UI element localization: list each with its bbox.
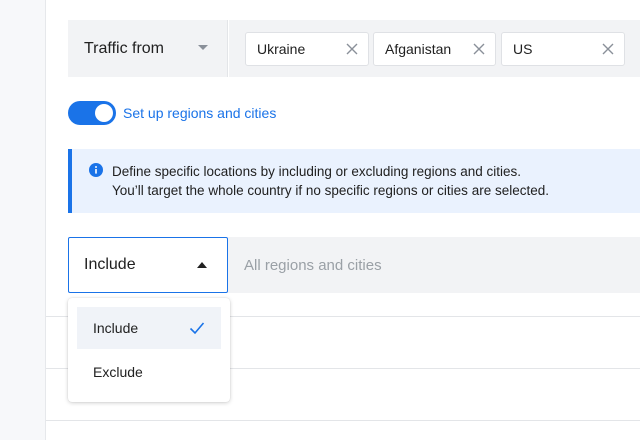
country-chip: US — [501, 32, 625, 66]
menu-item-include[interactable]: Include — [77, 307, 221, 349]
menu-item-label: Include — [93, 320, 139, 336]
traffic-source-select[interactable]: Traffic from — [68, 20, 228, 77]
chevron-up-icon — [197, 262, 207, 268]
regions-toggle-label[interactable]: Set up regions and cities — [123, 105, 276, 121]
chip-label: Afganistan — [385, 41, 452, 57]
chevron-down-icon — [198, 45, 208, 50]
close-icon[interactable] — [602, 43, 614, 55]
regions-toggle[interactable] — [68, 101, 116, 125]
menu-item-label: Exclude — [93, 364, 143, 380]
left-rail — [0, 0, 46, 440]
regions-input[interactable]: All regions and cities — [228, 237, 640, 293]
check-icon — [189, 321, 205, 338]
chip-label: US — [513, 41, 533, 57]
toggle-knob — [95, 104, 113, 122]
info-icon — [89, 163, 103, 177]
close-icon[interactable] — [346, 43, 358, 55]
country-chip: Ukraine — [245, 32, 369, 66]
row-divider — [46, 420, 640, 421]
country-chip: Afganistan — [373, 32, 496, 66]
traffic-source-label: Traffic from — [84, 39, 165, 57]
info-text-line2: You’ll target the whole country if no sp… — [112, 183, 549, 198]
info-banner: Define specific locations by including o… — [68, 149, 640, 213]
regions-toggle-row: Set up regions and cities — [68, 101, 276, 125]
info-text-line1: Define specific locations by including o… — [112, 164, 521, 179]
chip-label: Ukraine — [257, 41, 306, 57]
include-dropdown-menu: Include Exclude — [68, 298, 230, 402]
include-select-value: Include — [84, 256, 136, 273]
include-exclude-select[interactable]: Include — [68, 237, 228, 293]
regions-input-placeholder: All regions and cities — [244, 256, 382, 274]
menu-item-exclude[interactable]: Exclude — [77, 351, 221, 393]
close-icon[interactable] — [473, 43, 485, 55]
country-chips-area[interactable]: Ukraine Afganistan US — [229, 20, 640, 77]
